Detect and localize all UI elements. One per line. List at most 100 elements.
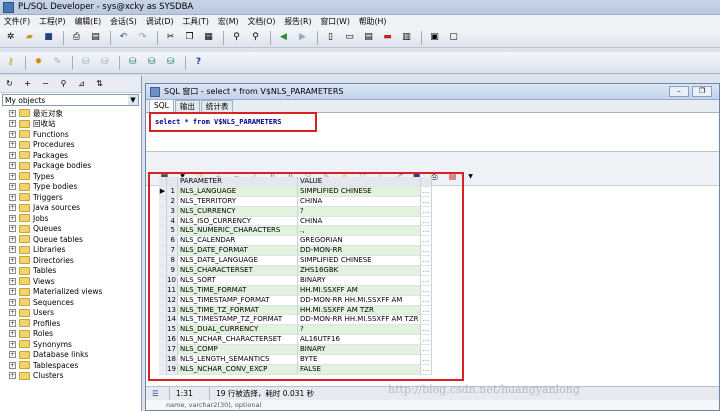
- navigate-forward-icon[interactable]: ▶: [296, 31, 309, 44]
- expand-icon[interactable]: +: [9, 235, 16, 243]
- save-icon[interactable]: ■: [42, 31, 55, 44]
- execute-gear-icon[interactable]: ✹: [32, 56, 45, 69]
- tree-node[interactable]: + Queue tables: [9, 234, 141, 245]
- menu-documents[interactable]: 文档(O): [248, 16, 276, 27]
- expand-icon[interactable]: +: [9, 372, 16, 380]
- expand-icon[interactable]: +: [9, 193, 16, 201]
- export-dropdown-icon[interactable]: ▼: [464, 171, 477, 184]
- menu-reports[interactable]: 报告(R): [284, 16, 311, 27]
- menu-help[interactable]: 帮助(H): [359, 16, 387, 27]
- window-list-icon[interactable]: ▤: [362, 31, 375, 44]
- tile-windows-icon[interactable]: ▣: [428, 31, 441, 44]
- tree-node[interactable]: + Triggers: [9, 192, 141, 203]
- expand-icon[interactable]: +: [9, 256, 16, 264]
- redo-icon[interactable]: ↷: [136, 31, 149, 44]
- tree-node[interactable]: + Views: [9, 276, 141, 287]
- menu-file[interactable]: 文件(F): [4, 16, 30, 27]
- tree-node[interactable]: + Synonyms: [9, 339, 141, 350]
- expand-icon[interactable]: +: [9, 309, 16, 317]
- new-icon[interactable]: ✲: [4, 31, 17, 44]
- expand-icon[interactable]: +: [9, 120, 16, 128]
- rollback-icon[interactable]: ⛁: [98, 56, 111, 69]
- remove-icon[interactable]: −: [39, 78, 52, 91]
- document-icon[interactable]: ▯: [324, 31, 337, 44]
- db-session-icon[interactable]: ⛁: [145, 56, 158, 69]
- expand-icon[interactable]: +: [9, 246, 16, 254]
- tree-node[interactable]: + 回收站: [9, 119, 141, 130]
- open-folder-icon[interactable]: ▰: [23, 31, 36, 44]
- minimize-button[interactable]: –: [669, 86, 689, 97]
- tree-node[interactable]: + Packages: [9, 150, 141, 161]
- tree-node[interactable]: + Tables: [9, 266, 141, 277]
- menu-window[interactable]: 窗口(W): [321, 16, 350, 27]
- object-filter-select[interactable]: My objects ▼: [2, 94, 139, 106]
- tree-node[interactable]: + Types: [9, 171, 141, 182]
- key-icon[interactable]: ⚷: [4, 56, 17, 69]
- expand-icon[interactable]: +: [9, 109, 16, 117]
- db-disconnect-icon[interactable]: ⛁: [164, 56, 177, 69]
- tree-node[interactable]: + Functions: [9, 129, 141, 140]
- menu-tools[interactable]: 工具(T): [183, 16, 209, 27]
- tab-output[interactable]: 输出: [174, 100, 200, 112]
- tree-node[interactable]: + Java sources: [9, 203, 141, 214]
- tree-node[interactable]: + Package bodies: [9, 161, 141, 172]
- break-icon[interactable]: ✎: [51, 56, 64, 69]
- tree-node[interactable]: + Libraries: [9, 245, 141, 256]
- cut-icon[interactable]: ✂: [164, 31, 177, 44]
- print-icon[interactable]: ⎙: [70, 31, 83, 44]
- report-icon[interactable]: ▥: [400, 31, 413, 44]
- tree-node[interactable]: + Materialized views: [9, 287, 141, 298]
- tab-sql[interactable]: SQL: [149, 99, 174, 112]
- tree-node[interactable]: + Tablespaces: [9, 360, 141, 371]
- expand-icon[interactable]: +: [9, 214, 16, 222]
- menu-macro[interactable]: 宏(M): [218, 16, 239, 27]
- tree-node[interactable]: + Procedures: [9, 140, 141, 151]
- sort-icon[interactable]: ⇅: [93, 78, 106, 91]
- compile-icon[interactable]: ▭: [343, 31, 356, 44]
- stop-icon[interactable]: ▬: [381, 31, 394, 44]
- expand-icon[interactable]: +: [9, 330, 16, 338]
- navigate-back-icon[interactable]: ◀: [277, 31, 290, 44]
- tree-node[interactable]: + Roles: [9, 329, 141, 340]
- expand-icon[interactable]: +: [9, 298, 16, 306]
- expand-icon[interactable]: +: [9, 351, 16, 359]
- expand-icon[interactable]: +: [9, 267, 16, 275]
- expand-icon[interactable]: +: [9, 162, 16, 170]
- expand-icon[interactable]: +: [9, 141, 16, 149]
- expand-icon[interactable]: +: [9, 288, 16, 296]
- expand-icon[interactable]: +: [9, 204, 16, 212]
- undo-icon[interactable]: ↶: [117, 31, 130, 44]
- menu-edit[interactable]: 编辑(E): [75, 16, 102, 27]
- expand-icon[interactable]: +: [9, 319, 16, 327]
- expand-icon[interactable]: +: [9, 151, 16, 159]
- tree-node[interactable]: + Profiles: [9, 318, 141, 329]
- tree-node[interactable]: + Clusters: [9, 371, 141, 382]
- commit-icon[interactable]: ⛁: [79, 56, 92, 69]
- expand-icon[interactable]: +: [9, 172, 16, 180]
- chevron-down-icon[interactable]: ▼: [128, 95, 138, 105]
- tree-node[interactable]: + Directories: [9, 255, 141, 266]
- copy-icon[interactable]: ❐: [183, 31, 196, 44]
- refresh-icon[interactable]: ↻: [3, 78, 16, 91]
- db-connect-icon[interactable]: ⛁: [126, 56, 139, 69]
- tab-statistics[interactable]: 统计表: [200, 100, 234, 112]
- tree-node[interactable]: + Queues: [9, 224, 141, 235]
- cascade-windows-icon[interactable]: ▢: [447, 31, 460, 44]
- menu-debug[interactable]: 调试(D): [146, 16, 174, 27]
- tree-node[interactable]: + Type bodies: [9, 182, 141, 193]
- expand-icon[interactable]: +: [9, 225, 16, 233]
- tree-node[interactable]: + Users: [9, 308, 141, 319]
- find-object-icon[interactable]: ⚲: [57, 78, 70, 91]
- editor-splitter[interactable]: [146, 151, 719, 169]
- paste-icon[interactable]: ▦: [202, 31, 215, 44]
- menu-project[interactable]: 工程(P): [39, 16, 65, 27]
- menu-session[interactable]: 会话(S): [110, 16, 137, 27]
- restore-button[interactable]: ❐: [692, 86, 712, 97]
- expand-icon[interactable]: +: [9, 340, 16, 348]
- expand-icon[interactable]: +: [9, 361, 16, 369]
- add-icon[interactable]: +: [21, 78, 34, 91]
- find-icon[interactable]: ⚲: [230, 31, 243, 44]
- expand-icon[interactable]: +: [9, 183, 16, 191]
- filter-icon[interactable]: ⊿: [75, 78, 88, 91]
- tree-node[interactable]: + Jobs: [9, 213, 141, 224]
